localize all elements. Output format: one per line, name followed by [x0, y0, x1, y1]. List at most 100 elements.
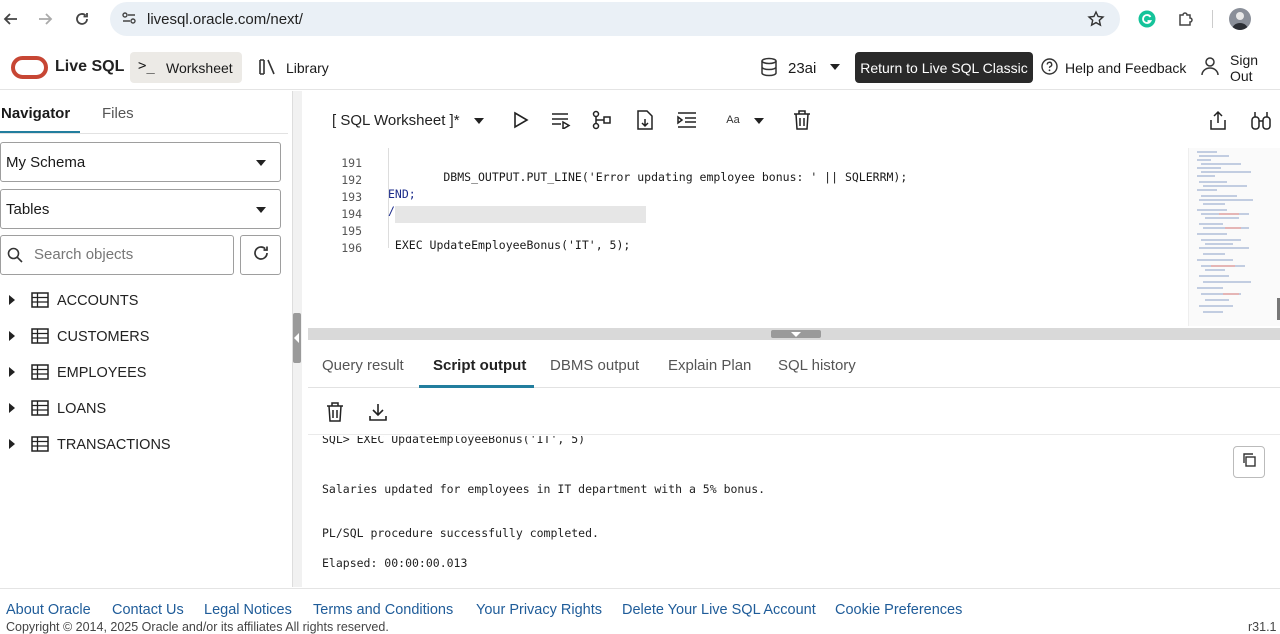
- clear-trash-icon[interactable]: [791, 109, 813, 131]
- toolbar-divider: [1212, 10, 1213, 28]
- compare-icon[interactable]: [1250, 109, 1272, 131]
- profile-avatar[interactable]: [1229, 8, 1251, 30]
- url-text[interactable]: livesql.oracle.com/next/: [147, 11, 303, 28]
- extensions-puzzle-icon[interactable]: [1176, 9, 1196, 34]
- chevron-down-icon: [830, 64, 840, 70]
- table-item-loans[interactable]: LOANS: [0, 396, 280, 424]
- output-toolbar: [308, 389, 1280, 435]
- tab-sql-history[interactable]: SQL history: [778, 357, 856, 374]
- worksheet-button[interactable]: >_ Worksheet: [130, 52, 242, 83]
- copy-icon: [1241, 452, 1257, 473]
- footer-link-delete-account[interactable]: Delete Your Live SQL Account: [622, 602, 816, 618]
- share-export-icon[interactable]: [1207, 109, 1229, 131]
- search-objects-field[interactable]: [0, 235, 234, 275]
- footer-link-cookie-preferences[interactable]: Cookie Preferences: [835, 602, 962, 618]
- code-editor[interactable]: 191 DBMS_OUTPUT.PUT_LINE('Error updating…: [308, 148, 1188, 326]
- run-script-icon[interactable]: [550, 109, 572, 131]
- grammarly-extension-icon[interactable]: [1138, 10, 1156, 33]
- tab-files[interactable]: Files: [102, 105, 134, 122]
- tabs-divider: [0, 133, 288, 134]
- tab-query-result[interactable]: Query result: [322, 357, 404, 374]
- table-item-employees[interactable]: EMPLOYEES: [0, 360, 280, 388]
- expand-caret-icon[interactable]: [9, 403, 15, 413]
- expand-caret-icon[interactable]: [9, 439, 15, 449]
- footer-link-legal-notices[interactable]: Legal Notices: [204, 602, 292, 618]
- browser-toolbar: livesql.oracle.com/next/: [0, 0, 1280, 38]
- search-objects-input[interactable]: [34, 246, 224, 263]
- output-line: Salaries updated for employees in IT dep…: [322, 482, 766, 496]
- minimap-preview: [1197, 151, 1280, 320]
- output-line: SQL> EXEC UpdateEmployeeBonus('IT', 5): [322, 436, 586, 446]
- library-button[interactable]: Library: [256, 52, 346, 83]
- database-version-select[interactable]: 23ai: [758, 52, 842, 83]
- collapse-left-icon: [294, 333, 299, 343]
- worksheet-title[interactable]: [ SQL Worksheet ]*: [332, 112, 460, 129]
- tab-script-output[interactable]: Script output: [433, 357, 526, 374]
- clear-output-trash-icon[interactable]: [326, 402, 344, 427]
- splitter-handle[interactable]: [293, 313, 301, 363]
- object-type-select[interactable]: Tables: [0, 189, 281, 229]
- active-tab-indicator: [419, 385, 534, 388]
- run-play-icon[interactable]: [509, 109, 531, 131]
- chevron-down-icon[interactable]: [754, 118, 764, 124]
- expand-caret-icon[interactable]: [9, 295, 15, 305]
- expand-caret-icon[interactable]: [9, 367, 15, 377]
- code-line: 196: [308, 227, 1188, 255]
- format-indent-icon[interactable]: [676, 109, 698, 131]
- oracle-logo[interactable]: [11, 56, 48, 79]
- tab-navigator[interactable]: Navigator: [1, 105, 70, 122]
- table-item-accounts[interactable]: ACCOUNTS: [0, 288, 280, 316]
- table-item-customers[interactable]: CUSTOMERS: [0, 324, 280, 352]
- chevron-down-icon: [256, 160, 266, 166]
- refresh-button[interactable]: [240, 235, 281, 275]
- output-line: Elapsed: 00:00:00.013: [322, 556, 468, 570]
- table-grid-icon: [31, 400, 49, 421]
- editor-toolbar: [ SQL Worksheet ]* Aa: [308, 91, 1280, 148]
- forward-icon[interactable]: [34, 8, 56, 30]
- footer-link-contact-us[interactable]: Contact Us: [112, 602, 184, 618]
- table-grid-icon: [31, 328, 49, 349]
- footer-link-privacy-rights[interactable]: Your Privacy Rights: [476, 602, 602, 618]
- font-size-icon[interactable]: Aa: [722, 109, 744, 131]
- output-tabs: Query result Script output DBMS output E…: [308, 342, 1280, 388]
- table-name: EMPLOYEES: [57, 365, 147, 381]
- explain-plan-icon[interactable]: [591, 109, 613, 131]
- schema-select-value: My Schema: [6, 154, 86, 171]
- sign-out-button[interactable]: Sign Out: [1200, 52, 1280, 84]
- table-grid-icon: [31, 436, 49, 457]
- help-feedback-button[interactable]: Help and Feedback: [1041, 52, 1186, 83]
- schema-select[interactable]: My Schema: [0, 142, 281, 182]
- return-classic-button[interactable]: Return to Live SQL Classic: [855, 52, 1033, 83]
- footer-link-about-oracle[interactable]: About Oracle: [6, 602, 91, 618]
- save-file-icon[interactable]: [634, 109, 656, 131]
- table-item-transactions[interactable]: TRANSACTIONS: [0, 432, 280, 460]
- reload-icon[interactable]: [71, 8, 93, 30]
- help-label: Help and Feedback: [1065, 59, 1187, 76]
- table-name: TRANSACTIONS: [57, 437, 171, 453]
- chevron-down-icon[interactable]: [474, 118, 484, 124]
- copy-output-button[interactable]: [1233, 446, 1265, 478]
- address-bar[interactable]: livesql.oracle.com/next/: [110, 2, 1120, 36]
- site-settings-icon[interactable]: [121, 10, 137, 31]
- script-output-content: SQL> EXEC UpdateEmployeeBonus('IT', 5) S…: [308, 436, 1280, 586]
- tab-explain-plan[interactable]: Explain Plan: [668, 357, 751, 374]
- code-minimap[interactable]: [1188, 148, 1280, 326]
- worksheet-label: Worksheet: [166, 60, 233, 76]
- back-icon[interactable]: [0, 8, 22, 30]
- splitter-handle[interactable]: [771, 330, 821, 338]
- collapse-down-icon: [791, 332, 801, 337]
- table-name: ACCOUNTS: [57, 293, 139, 309]
- app-header: Live SQL >_ Worksheet Library 23ai Help …: [0, 44, 1280, 90]
- code-line: 192 END;: [308, 159, 1188, 201]
- page-footer: About Oracle Contact Us Legal Notices Te…: [0, 588, 1280, 634]
- app-name[interactable]: Live SQL: [55, 58, 124, 76]
- bookmark-star-icon[interactable]: [1087, 10, 1105, 33]
- object-type-value: Tables: [6, 201, 50, 218]
- expand-caret-icon[interactable]: [9, 331, 15, 341]
- help-circle-icon: [1041, 57, 1058, 78]
- download-icon[interactable]: [368, 402, 388, 427]
- footer-link-terms[interactable]: Terms and Conditions: [313, 602, 453, 618]
- table-name: CUSTOMERS: [57, 329, 150, 345]
- table-grid-icon: [31, 364, 49, 385]
- tab-dbms-output[interactable]: DBMS output: [550, 357, 639, 374]
